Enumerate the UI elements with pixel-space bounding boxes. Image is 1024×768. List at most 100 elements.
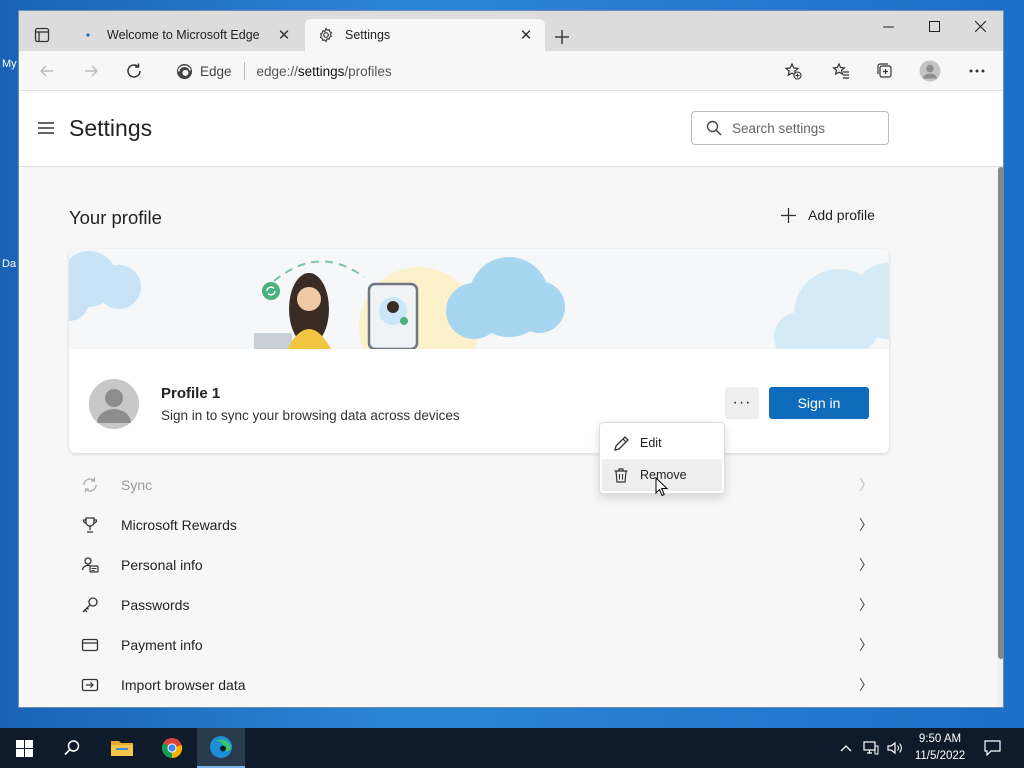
tab-title: Welcome to Microsoft Edge: [107, 28, 260, 42]
taskbar-clock[interactable]: 9:50 AM 11/5/2022: [904, 731, 976, 765]
back-button[interactable]: [33, 57, 61, 85]
menu-item-label: Microsoft Rewards: [121, 517, 237, 533]
trash-icon: [614, 467, 628, 483]
add-profile-label: Add profile: [808, 207, 875, 223]
desktop-icon-label[interactable]: My: [2, 58, 17, 70]
chevron-right-icon: 〉: [859, 477, 873, 493]
menu-item-import-browser-data[interactable]: Import browser data 〉: [69, 665, 889, 705]
close-window-button[interactable]: [957, 11, 1003, 41]
edge-taskbar-button[interactable]: [197, 728, 245, 768]
notifications-button[interactable]: [980, 728, 1004, 768]
edit-profile-menu-item[interactable]: Edit: [602, 427, 722, 459]
network-button[interactable]: [860, 728, 882, 768]
search-icon: [64, 740, 80, 756]
chrome-button[interactable]: [148, 728, 196, 768]
browser-window: Welcome to Microsoft Edge ✕ Settings ✕ E…: [18, 10, 1004, 708]
settings-page: Settings Your profile Add profile: [19, 91, 1003, 707]
file-explorer-button[interactable]: [98, 728, 146, 768]
profile-button[interactable]: [916, 57, 944, 85]
menu-item-personal-info[interactable]: Personal info 〉: [69, 545, 889, 585]
menu-item-payment-info[interactable]: Payment info 〉: [69, 625, 889, 665]
sign-in-button[interactable]: Sign in: [769, 387, 869, 419]
notification-icon: [983, 740, 1001, 756]
trophy-icon: [82, 517, 98, 533]
windows-logo-icon: [15, 739, 33, 757]
menu-item-label: Import browser data: [121, 677, 246, 693]
scrollbar-thumb[interactable]: [998, 167, 1003, 659]
taskbar-search-button[interactable]: [48, 728, 96, 768]
speaker-icon: [887, 741, 902, 755]
browser-toolbar: Edge edge://settings/profiles: [19, 51, 1003, 91]
menu-item-label: Passwords: [121, 597, 190, 613]
refresh-button[interactable]: [120, 57, 148, 85]
chevron-right-icon: 〉: [859, 637, 873, 653]
address-brand: Edge: [164, 63, 232, 80]
tab-actions-button[interactable]: [29, 22, 55, 48]
chrome-icon: [162, 738, 183, 759]
chevron-right-icon: 〉: [859, 517, 873, 533]
phone-illustration: [367, 282, 419, 351]
tab-bar: Welcome to Microsoft Edge ✕ Settings ✕: [19, 11, 1003, 51]
menu-icon[interactable]: [37, 119, 55, 137]
more-horizontal-icon: [969, 69, 985, 73]
maximize-button[interactable]: [911, 11, 957, 41]
edge-icon: [210, 736, 232, 758]
chevron-right-icon: 〉: [859, 597, 873, 613]
gear-icon: [315, 27, 337, 43]
taskbar: 9:50 AM 11/5/2022: [0, 728, 1024, 768]
desktop-icon-label[interactable]: Da: [2, 258, 16, 270]
search-icon: [706, 120, 722, 136]
settings-header: Settings: [19, 91, 1003, 167]
page-scrollbar[interactable]: [997, 167, 1003, 707]
credit-card-icon: [81, 638, 99, 652]
close-tab-icon[interactable]: ✕: [515, 24, 537, 46]
menu-item-label: Sync: [121, 477, 153, 493]
menu-item-microsoft-rewards[interactable]: Microsoft Rewards 〉: [69, 505, 889, 545]
favorites-button[interactable]: [827, 57, 855, 85]
profile-description: Sign in to sync your browsing data acros…: [161, 408, 460, 423]
arrow-left-icon: [40, 65, 53, 77]
search-input[interactable]: [732, 120, 872, 136]
forward-button[interactable]: [77, 57, 105, 85]
cloud-center-illustration: [446, 257, 565, 339]
tab-settings[interactable]: Settings ✕: [305, 19, 545, 51]
profile-avatar: [89, 379, 139, 429]
profile-banner-illustration: [69, 249, 889, 387]
close-tab-icon[interactable]: ✕: [273, 24, 295, 46]
favorites-icon: [832, 62, 849, 79]
minimize-button[interactable]: [865, 11, 911, 41]
network-icon: [863, 741, 879, 755]
sync-icon: [83, 477, 97, 493]
menu-item-passwords[interactable]: Passwords 〉: [69, 585, 889, 625]
search-box[interactable]: [691, 111, 889, 145]
start-button[interactable]: [0, 728, 48, 768]
mouse-cursor-icon: [655, 477, 669, 497]
menu-item-label: Personal info: [121, 557, 203, 573]
plus-icon: [555, 30, 569, 44]
menu-item-label: Edit: [640, 436, 662, 450]
profile-settings-list: Sync 〉 Microsoft Rewards 〉 Personal info…: [69, 465, 889, 705]
cloud-left-illustration: [69, 251, 141, 321]
refresh-icon: [127, 63, 141, 78]
maximize-icon: [928, 20, 940, 32]
tab-welcome[interactable]: Welcome to Microsoft Edge ✕: [67, 19, 303, 51]
menu-item-label: Payment info: [121, 637, 203, 653]
show-hidden-icons-button[interactable]: [836, 728, 856, 768]
menu-item-sync[interactable]: Sync 〉: [69, 465, 889, 505]
collections-button[interactable]: [871, 57, 899, 85]
volume-button[interactable]: [884, 728, 906, 768]
arrow-right-icon: [85, 65, 98, 77]
new-tab-button[interactable]: [549, 24, 575, 50]
settings-and-more-button[interactable]: [963, 57, 991, 85]
import-icon: [81, 678, 99, 692]
tab-loading-icon: [77, 31, 99, 39]
url-host: settings: [297, 63, 345, 79]
person-card-icon: [81, 557, 99, 573]
clock-date: 11/5/2022: [914, 750, 966, 762]
add-profile-button[interactable]: Add profile: [781, 207, 875, 223]
profile-card: Profile 1 Sign in to sync your browsing …: [69, 249, 889, 453]
profile-more-button[interactable]: ···: [725, 387, 759, 419]
add-favorite-button[interactable]: [779, 57, 807, 85]
address-bar[interactable]: Edge edge://settings/profiles: [164, 56, 840, 86]
cloud-right-illustration: [774, 263, 889, 362]
